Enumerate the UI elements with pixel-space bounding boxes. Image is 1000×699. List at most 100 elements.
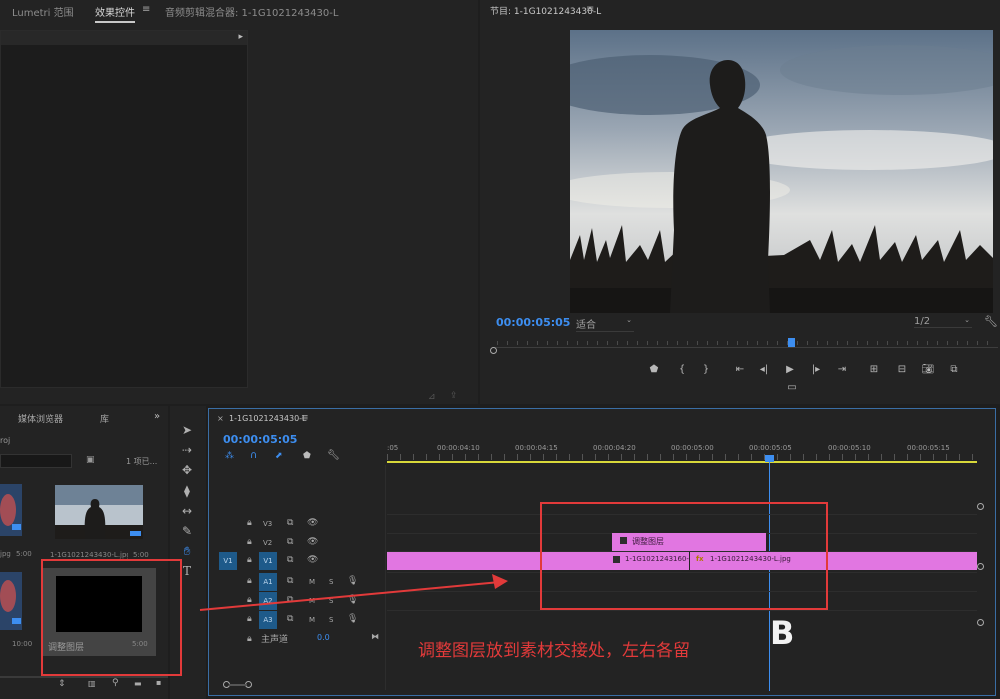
tab-lumetri-scopes[interactable]: Lumetri 范围 [12, 4, 74, 19]
video-badge-icon [130, 531, 141, 536]
timeline-settings-icon[interactable]: 🔧︎ [327, 450, 340, 461]
export-icon[interactable]: ⇪ [450, 391, 458, 401]
new-item-icon[interactable]: ▪ [156, 678, 161, 687]
partial-thumb-2[interactable] [0, 572, 22, 630]
safe-margins-icon[interactable]: ▭ [784, 382, 800, 394]
compare-view-icon[interactable]: ⧉ [946, 364, 962, 376]
ruler-ticks [387, 454, 977, 460]
lock-icon[interactable]: 🔒︎ [247, 518, 252, 528]
master-track-header: 🔒︎ 主声道 0.0 ⧓ [209, 631, 387, 649]
new-bin-icon[interactable]: ▬ [134, 679, 142, 688]
eye-icon[interactable]: 👁︎ [307, 518, 318, 528]
lift-icon[interactable]: ⊞ [866, 364, 882, 376]
new-search-bin-icon[interactable]: ▣ [86, 455, 95, 465]
go-to-end-icon[interactable]: ⧓ [371, 632, 379, 641]
overflow-tabs-icon[interactable]: » [154, 411, 160, 422]
wrench-icon[interactable]: 🔧︎ [984, 315, 998, 328]
fit-dropdown[interactable]: 适合 ⌄ [576, 316, 634, 332]
lock-icon[interactable]: 🔒︎ [247, 555, 252, 565]
panel-menu-icon[interactable]: ≡ [142, 4, 150, 15]
filter-icon[interactable]: ⊿ [428, 392, 436, 402]
go-to-in-icon[interactable]: ⇤ [732, 364, 748, 376]
step-forward-icon[interactable]: |▸ [808, 364, 824, 376]
program-menu-icon[interactable]: ≡ [586, 4, 594, 15]
ruler-label: 00:00:05:10 [828, 444, 871, 452]
sync-lock-icon[interactable]: ⧉ [287, 555, 293, 565]
work-area-bar[interactable] [387, 461, 977, 463]
project-search-input[interactable] [0, 454, 72, 468]
sync-lock-icon[interactable]: ⧉ [287, 518, 293, 528]
track-v3-header: 🔒︎ V3 ⧉ 👁︎ [209, 515, 387, 533]
partial-thumb-1-duration: 5:00 [16, 550, 32, 558]
tab-libraries[interactable]: 库 [100, 412, 109, 425]
effect-controls-area: ▸ [0, 30, 248, 388]
expand-arrow-icon[interactable]: ▸ [238, 32, 243, 42]
scrubber-start-handle[interactable] [490, 347, 497, 354]
vertical-scroll-handle[interactable] [977, 619, 984, 626]
partial-thumb-1[interactable] [0, 484, 22, 536]
selection-tool-icon[interactable]: ➤ [178, 422, 196, 438]
lock-icon[interactable]: 🔒︎ [247, 537, 252, 547]
mark-in-icon[interactable]: { [674, 364, 690, 376]
hand-tool-icon[interactable]: ✋︎ [178, 543, 196, 559]
track-select-tool-icon[interactable]: ⇢ [178, 442, 196, 458]
track-target-v1[interactable]: V1 [259, 552, 277, 570]
extract-icon[interactable]: ⊟ [894, 364, 910, 376]
thumb-image [0, 572, 22, 630]
resolution-dropdown[interactable]: 1/2 ⌄ [914, 316, 972, 328]
vertical-scroll-handle[interactable] [977, 503, 984, 510]
ruler-label: 00:00:04:10 [437, 444, 480, 452]
thumb-image [0, 484, 22, 536]
effect-controls-header: ▸ [1, 31, 247, 45]
chevron-down-icon: ⌄ [626, 316, 632, 324]
lock-icon[interactable]: 🔒︎ [247, 634, 252, 644]
video-frame [570, 30, 993, 313]
slip-tool-icon[interactable]: ↔ [178, 503, 196, 519]
nest-icon[interactable]: ⁂ [225, 451, 234, 461]
pen-tool-icon[interactable]: ✎ [178, 523, 196, 539]
watermark-logo: B [770, 614, 795, 652]
ripple-edit-tool-icon[interactable]: ✥ [178, 462, 196, 478]
close-icon[interactable]: × [217, 414, 224, 423]
add-marker-icon[interactable]: ⬟ [303, 451, 311, 461]
razor-tool-icon[interactable]: ⧫ [178, 483, 196, 499]
snap-icon[interactable]: ∩ [250, 450, 257, 461]
vertical-scroll-handle[interactable] [977, 563, 984, 570]
step-back-icon[interactable]: ◂| [756, 364, 772, 376]
sequence-tab[interactable]: 1-1G1021243430-L [229, 414, 307, 423]
tab-media-browser[interactable]: 媒体浏览器 [18, 412, 63, 425]
clip-thumbnail[interactable] [55, 485, 143, 539]
sequence-menu-icon[interactable]: ≡ [301, 413, 309, 423]
program-timecode[interactable]: 00:00:05:05 [496, 316, 570, 329]
ruler-label: 00:00:05:15 [907, 444, 950, 452]
program-scrubber[interactable] [490, 338, 998, 354]
chevron-down-icon: ⌄ [964, 316, 970, 324]
ruler-label: 00:00:04:15 [515, 444, 558, 452]
sort-icon[interactable]: ⇕ [58, 679, 66, 689]
export-frame-icon[interactable]: 📷︎ [920, 364, 936, 376]
annotation-text: 调整图层放到素材交接处，左右各留 [418, 641, 690, 661]
horizontal-scrollbar[interactable] [229, 684, 247, 686]
find-icon[interactable]: ⚲ [112, 678, 119, 688]
tab-effect-controls[interactable]: 效果控件 [95, 4, 135, 23]
go-to-out-icon[interactable]: ⇥ [834, 364, 850, 376]
annotation-arrow-icon [199, 574, 508, 611]
automate-icon[interactable]: ▥ [88, 679, 96, 688]
eye-icon[interactable]: 👁︎ [307, 537, 318, 547]
mark-out-icon[interactable]: } [698, 364, 714, 376]
timeline-timecode[interactable]: 00:00:05:05 [223, 433, 297, 446]
track-label-v2: V2 [263, 539, 273, 547]
master-volume-value[interactable]: 0.0 [317, 633, 330, 642]
sync-lock-icon[interactable]: ⧉ [287, 537, 293, 547]
zoom-slider[interactable] [0, 676, 168, 678]
track-label-v3: V3 [263, 520, 273, 528]
linked-selection-icon[interactable]: ⬈ [275, 451, 283, 461]
play-icon[interactable]: ▶ [782, 364, 798, 376]
add-marker-icon[interactable]: ⬟ [646, 364, 662, 376]
project-name-partial: roj [0, 436, 11, 445]
tab-audio-clip-mixer[interactable]: 音频剪辑混合器: 1-1G1021243430-L [165, 4, 338, 19]
time-ruler[interactable]: :05 00:00:04:10 00:00:04:15 00:00:04:20 … [387, 439, 997, 465]
eye-icon[interactable]: 👁︎ [307, 555, 318, 565]
highlight-box-adjustment-layer [41, 559, 182, 676]
source-patch-v1[interactable]: V1 [219, 552, 237, 570]
